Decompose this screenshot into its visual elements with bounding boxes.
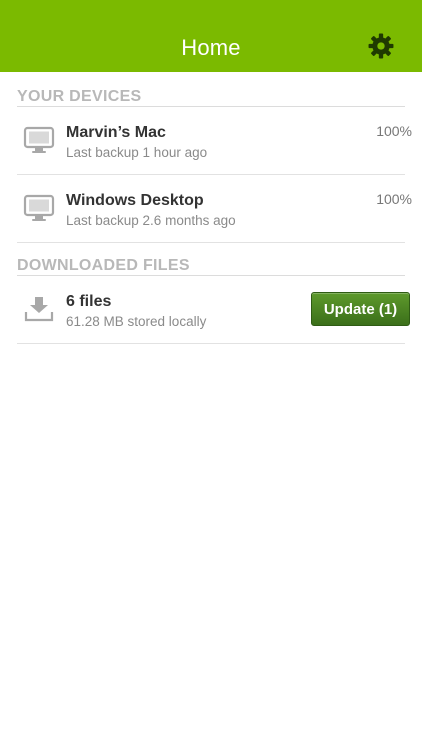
gear-icon[interactable] [368,33,394,59]
device-name: Windows Desktop [66,192,204,209]
navigation-bar: Home [0,0,422,72]
files-storage: 61.28 MB stored locally [66,314,207,329]
devices-section-header: YOUR DEVICES [17,72,405,107]
device-row-windows-desktop[interactable]: Windows Desktop Last backup 2.6 months a… [17,175,412,243]
app-screen: Home YOUR DEVICES Marvin’s Mac Last back… [0,0,422,750]
downloads-section-header: DOWNLOADED FILES [17,243,405,276]
page-title: Home [181,35,241,60]
monitor-icon [23,194,55,221]
device-name: Marvin’s Mac [66,124,166,141]
download-icon [24,297,54,322]
device-backup-percent: 100% [376,191,412,207]
device-last-backup: Last backup 2.6 months ago [66,213,236,228]
downloaded-files-row[interactable]: 6 files 61.28 MB stored locally Update (… [17,276,410,344]
device-last-backup: Last backup 1 hour ago [66,145,208,160]
monitor-icon [23,126,55,153]
device-row-marvins-mac[interactable]: Marvin’s Mac Last backup 1 hour ago 100% [17,107,412,175]
files-count: 6 files [66,293,112,310]
device-backup-percent: 100% [376,123,412,139]
update-button[interactable]: Update (1) [311,292,410,326]
